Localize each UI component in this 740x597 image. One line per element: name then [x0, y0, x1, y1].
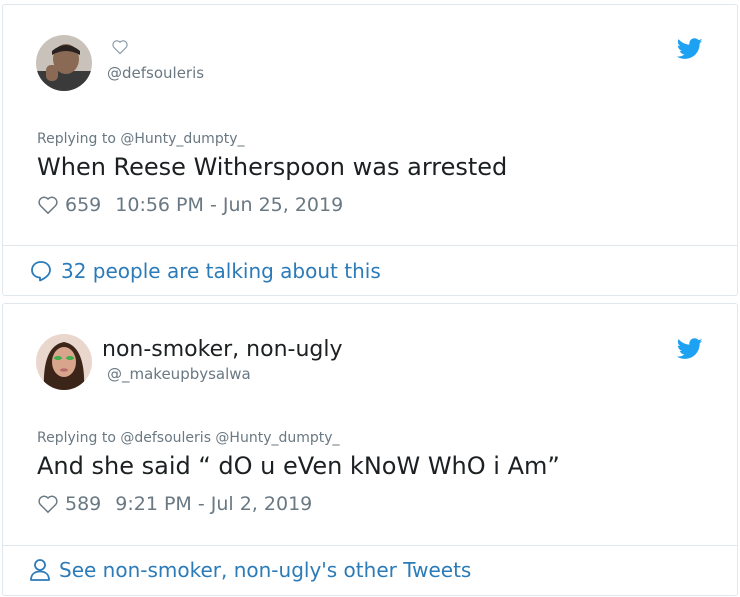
like-count: 659 [65, 194, 102, 216]
tweet-author-handle[interactable]: @defsouleris [107, 64, 204, 82]
avatar[interactable] [36, 334, 92, 390]
tweet-author-name[interactable]: non-smoker, non-ugly [102, 337, 343, 362]
twitter-bird-icon[interactable] [677, 338, 703, 360]
reply-context[interactable]: Replying to @Hunty_dumpty_ [37, 131, 244, 147]
twitter-bird-icon[interactable] [677, 38, 703, 60]
divider [3, 545, 737, 546]
like-count: 589 [65, 493, 102, 515]
heart-icon[interactable] [111, 39, 129, 55]
timestamp[interactable]: 9:21 PM - Jul 2, 2019 [115, 493, 312, 515]
divider [3, 245, 737, 246]
tweet-card-2: non-smoker, non-ugly @_makeupbysalwa Rep… [2, 303, 738, 596]
other-tweets-link[interactable]: See non-smoker, non-ugly's other Tweets [29, 558, 471, 582]
tweet-meta: 659 10:56 PM - Jun 25, 2019 [37, 194, 343, 216]
heart-icon[interactable] [37, 195, 59, 215]
tweet-card-1: @defsouleris Replying to @Hunty_dumpty_ … [2, 4, 738, 296]
speech-bubble-icon [31, 261, 51, 282]
tweet-author-handle[interactable]: @_makeupbysalwa [107, 365, 251, 383]
tweet-meta: 589 9:21 PM - Jul 2, 2019 [37, 493, 312, 515]
timestamp[interactable]: 10:56 PM - Jun 25, 2019 [115, 194, 343, 216]
avatar[interactable] [36, 35, 92, 91]
tweet-text: And she said “ dO u eVen kNoW WhO i Am” [37, 452, 560, 480]
heart-icon[interactable] [37, 494, 59, 514]
person-icon [30, 559, 50, 581]
reply-context[interactable]: Replying to @defsouleris @Hunty_dumpty_ [37, 430, 340, 446]
conversation-link[interactable]: 32 people are talking about this [29, 259, 381, 283]
tweet-text: When Reese Witherspoon was arrested [37, 153, 508, 181]
other-tweets-label[interactable]: See non-smoker, non-ugly's other Tweets [59, 558, 471, 582]
conversation-link-label[interactable]: 32 people are talking about this [61, 259, 381, 283]
